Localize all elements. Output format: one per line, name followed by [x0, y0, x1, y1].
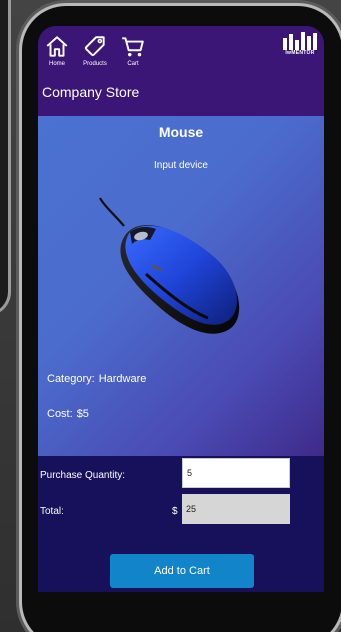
cart-icon — [122, 37, 144, 57]
total-field: 25 — [182, 494, 290, 524]
tag-icon — [84, 36, 105, 57]
cost-label: Cost: — [47, 408, 73, 420]
product-description: Input device — [154, 160, 208, 171]
add-to-cart-button[interactable]: Add to Cart — [110, 554, 254, 588]
product-name: Mouse — [158, 124, 204, 140]
app-screen: Home Products Cart IwMENTOR Company Stor… — [38, 26, 324, 592]
category-value: Hardware — [98, 373, 147, 385]
product-cost: Cost: $5 — [47, 408, 89, 420]
background-phone — [0, 0, 11, 316]
quantity-label: Purchase Quantity: — [40, 470, 126, 481]
nav-bar: Home Products Cart — [42, 34, 148, 67]
product-card: Mouse Input device Category: Hardware Co… — [38, 116, 324, 456]
nav-home-label: Home — [48, 61, 65, 67]
currency-symbol: $ — [172, 506, 178, 517]
nav-home[interactable]: Home — [42, 34, 72, 67]
product-category: Category: Hardware — [47, 373, 146, 385]
category-label: Category: — [47, 373, 95, 385]
product-image-mouse — [99, 197, 240, 334]
nav-cart-label: Cart — [127, 61, 139, 67]
quantity-input[interactable] — [182, 458, 290, 488]
stage: Home Products Cart IwMENTOR Company Stor… — [0, 0, 341, 632]
nav-products-label: Products — [83, 61, 107, 67]
home-icon — [46, 36, 68, 57]
purchase-panel: Purchase Quantity: Total: $ 25 Add to Ca… — [38, 456, 324, 592]
nav-cart[interactable]: Cart — [118, 34, 148, 67]
total-label: Total: — [40, 506, 64, 517]
cost-value: $5 — [76, 408, 89, 420]
nav-products[interactable]: Products — [80, 34, 110, 67]
phone-frame: Home Products Cart IwMENTOR Company Stor… — [22, 6, 341, 632]
logo-mark — [280, 32, 320, 50]
iwmentor-logo: IwMENTOR — [280, 32, 320, 58]
app-header: Home Products Cart IwMENTOR Company Stor… — [38, 26, 324, 116]
page-title: Company Store — [42, 84, 140, 100]
logo-text: IwMENTOR — [285, 50, 315, 56]
